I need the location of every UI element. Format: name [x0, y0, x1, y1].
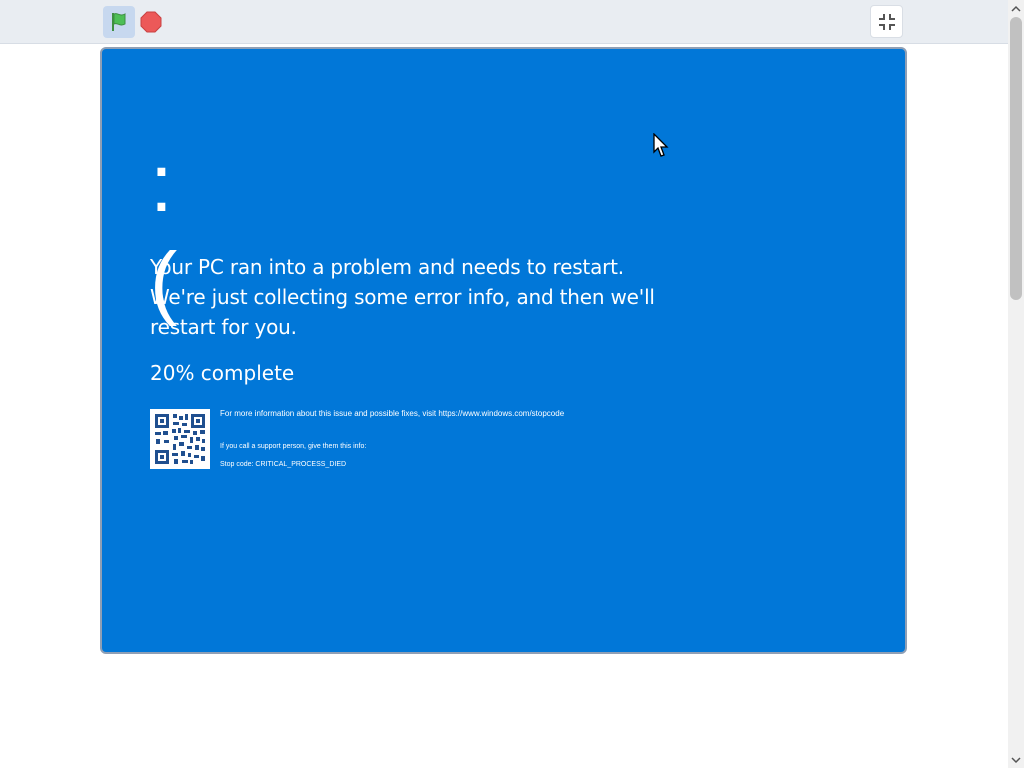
green-flag-button[interactable]: [103, 6, 135, 38]
chevron-up-icon: [1011, 5, 1021, 12]
qr-code: [150, 409, 210, 469]
sad-face: :(: [150, 138, 186, 327]
top-toolbar: [0, 0, 1008, 44]
mouse-pointer-icon: [653, 133, 669, 157]
error-message: Your PC ran into a problem and needs to …: [150, 255, 655, 339]
scrollbar-thumb[interactable]: [1010, 17, 1022, 300]
vertical-scrollbar[interactable]: [1008, 0, 1024, 768]
scroll-up-button[interactable]: [1008, 0, 1024, 17]
stopcode-url-text: For more information about this issue an…: [220, 409, 565, 418]
project-stage[interactable]: :( Your PC ran into a problem and needs …: [100, 47, 907, 654]
chevron-down-icon: [1011, 756, 1021, 763]
stop-code: Stop code: CRITICAL_PROCESS_DIED: [220, 461, 347, 468]
page: :( Your PC ran into a problem and needs …: [0, 0, 1024, 768]
scroll-down-button[interactable]: [1008, 751, 1024, 768]
qr-code-icon: [153, 412, 207, 466]
green-flag-icon: [112, 13, 126, 31]
progress-status: 20% complete: [150, 361, 295, 385]
stop-button[interactable]: [139, 10, 163, 34]
stop-sign-icon: [140, 11, 162, 33]
exit-fullscreen-button[interactable]: [870, 5, 903, 38]
support-info: For more information about this issue an…: [150, 409, 690, 473]
exit-fullscreen-icon: [878, 13, 895, 30]
support-instructions: If you call a support person, give them …: [220, 443, 367, 450]
